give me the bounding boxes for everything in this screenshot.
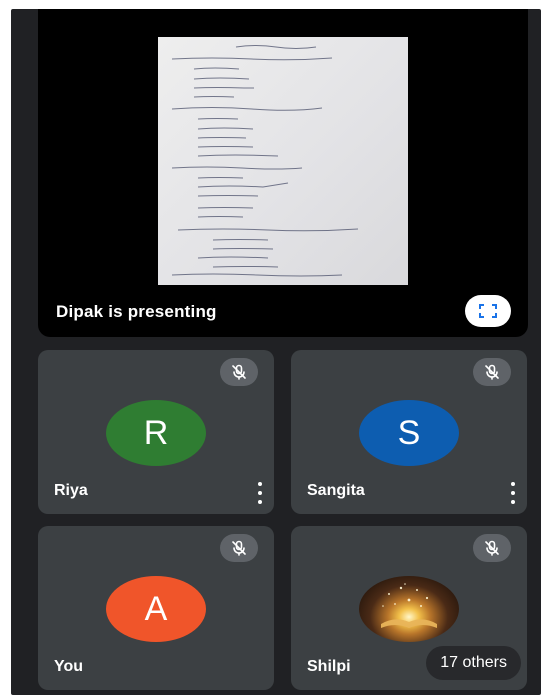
mic-off-icon <box>232 540 246 556</box>
avatar-initial: A <box>144 589 168 628</box>
participant-name: Riya <box>54 482 88 499</box>
presentation-panel[interactable]: Dipak is presenting <box>38 9 528 337</box>
mic-off-icon <box>232 364 246 380</box>
fullscreen-button[interactable] <box>465 295 511 327</box>
others-count-badge[interactable]: 17 others <box>426 646 521 680</box>
participant-tile-shilpi[interactable]: Shilpi 17 others <box>291 526 527 690</box>
participant-name: You <box>54 658 84 675</box>
avatar-riya: R <box>106 400 206 466</box>
participant-name: Sangita <box>307 482 365 499</box>
handwritten-notes <box>171 45 359 277</box>
presenter-label: Dipak is presenting <box>56 302 217 321</box>
mic-off-badge <box>473 358 511 386</box>
participant-name: Shilpi <box>307 658 351 675</box>
mic-off-badge <box>220 534 258 562</box>
avatar-you: A <box>106 576 206 642</box>
meeting-screen: Dipak is presenting R Riya S Sangita A Y… <box>11 9 541 695</box>
shared-document <box>158 37 408 285</box>
more-options-icon[interactable] <box>256 482 264 504</box>
mic-off-badge <box>220 358 258 386</box>
mic-off-icon <box>485 364 499 380</box>
avatar-initial: S <box>397 413 421 452</box>
fullscreen-icon <box>479 304 497 318</box>
participant-tile-sangita[interactable]: S Sangita <box>291 350 527 514</box>
participant-tile-you[interactable]: A You <box>38 526 274 690</box>
mic-off-badge <box>473 534 511 562</box>
more-options-icon[interactable] <box>509 482 517 504</box>
book-sparkle-image <box>381 583 437 628</box>
participant-tile-riya[interactable]: R Riya <box>38 350 274 514</box>
avatar-sangita: S <box>359 400 459 466</box>
avatar-initial: R <box>143 413 169 452</box>
mic-off-icon <box>485 540 499 556</box>
avatar-shilpi-photo <box>359 576 459 642</box>
